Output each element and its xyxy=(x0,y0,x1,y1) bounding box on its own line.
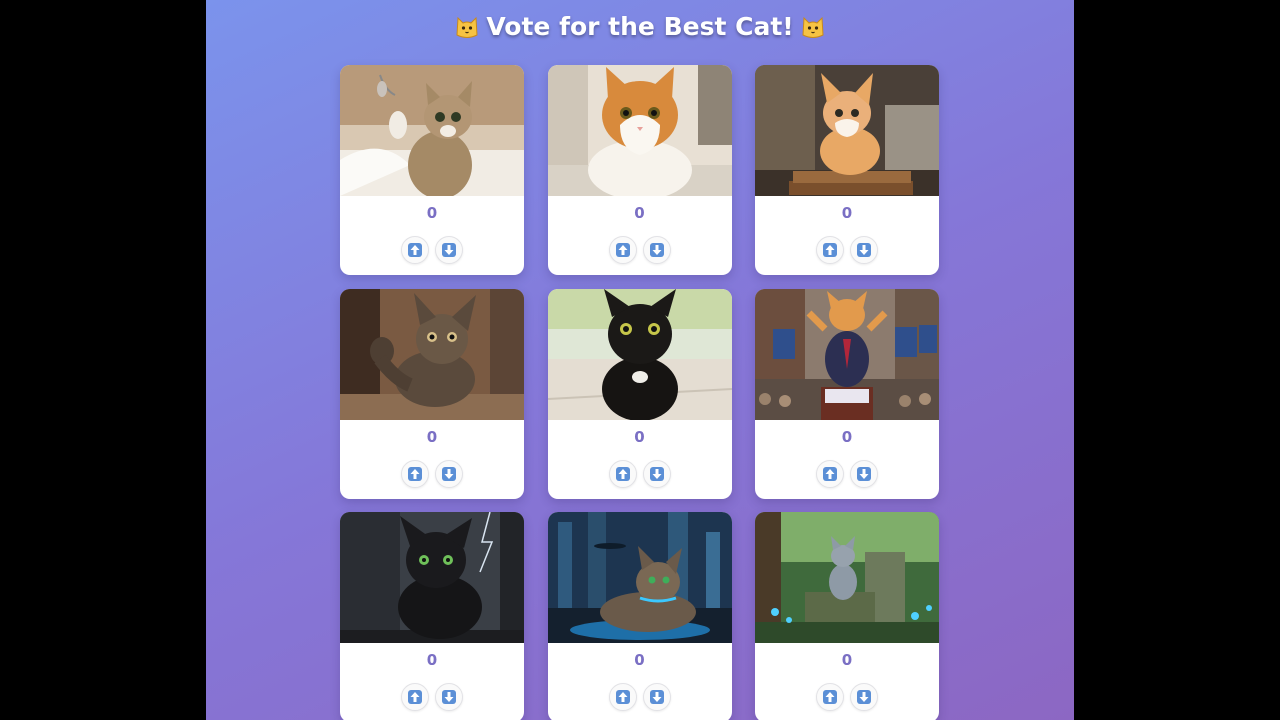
upvote-arrow-icon xyxy=(823,243,837,257)
downvote-arrow-icon xyxy=(857,690,871,704)
cat-photo-waving-tabby-cat xyxy=(340,288,524,420)
upvote-button[interactable] xyxy=(608,236,637,264)
upvote-button[interactable] xyxy=(816,236,844,264)
cat-card: 0 xyxy=(547,65,732,275)
cat-photo-black-cat-indoors xyxy=(547,288,732,420)
downvote-button[interactable] xyxy=(850,459,878,488)
upvote-button[interactable] xyxy=(401,236,429,264)
vote-buttons xyxy=(755,236,939,264)
downvote-arrow-icon xyxy=(442,690,456,704)
cat-card: 0 xyxy=(755,288,939,499)
downvote-button[interactable] xyxy=(642,236,671,264)
downvote-arrow-icon xyxy=(442,243,456,257)
upvote-button[interactable] xyxy=(401,683,429,711)
cat-photo-politician-cat xyxy=(755,288,939,420)
cat-card: 0 xyxy=(340,65,524,275)
vote-buttons xyxy=(548,459,732,488)
downvote-button[interactable] xyxy=(435,459,463,488)
downvote-button[interactable] xyxy=(850,236,878,264)
cat-face-icon xyxy=(456,16,478,38)
upvote-button[interactable] xyxy=(608,459,637,488)
page-title: Vote for the Best Cat! xyxy=(206,10,1074,44)
cat-card: 0 xyxy=(547,288,732,499)
cat-photo-kitten-on-books xyxy=(755,65,939,196)
downvote-button[interactable] xyxy=(435,683,463,711)
upvote-button[interactable] xyxy=(816,683,844,711)
vote-count: 0 xyxy=(426,651,438,669)
vote-buttons xyxy=(548,683,732,711)
cat-card: 0 xyxy=(340,512,524,720)
downvote-arrow-icon xyxy=(649,690,664,704)
cat-photo-playful-tabby-kitten xyxy=(340,65,524,196)
vote-count: 0 xyxy=(426,427,438,446)
upvote-arrow-icon xyxy=(615,690,630,704)
cat-photo-fantasy-forest-cat xyxy=(755,512,939,643)
cat-grid: 0 0 0 0 0 0 0 0 0 xyxy=(340,65,940,720)
downvote-arrow-icon xyxy=(442,466,456,481)
downvote-arrow-icon xyxy=(857,243,871,257)
downvote-button[interactable] xyxy=(435,236,463,264)
upvote-arrow-icon xyxy=(408,243,422,257)
upvote-arrow-icon xyxy=(408,690,422,704)
vote-count: 0 xyxy=(841,204,853,222)
cat-photo-cyberpunk-tabby xyxy=(547,512,732,643)
cat-face-icon xyxy=(802,16,824,38)
downvote-button[interactable] xyxy=(642,683,671,711)
downvote-button[interactable] xyxy=(642,459,671,488)
vote-count: 0 xyxy=(634,427,645,446)
cat-photo-black-cat-storm xyxy=(340,512,524,643)
upvote-button[interactable] xyxy=(816,459,844,488)
cat-card: 0 xyxy=(547,512,732,720)
vote-buttons xyxy=(340,236,524,264)
vote-buttons xyxy=(755,459,939,488)
upvote-arrow-icon xyxy=(823,466,837,481)
vote-buttons xyxy=(340,459,524,488)
downvote-button[interactable] xyxy=(850,683,878,711)
upvote-arrow-icon xyxy=(408,466,422,481)
vote-count: 0 xyxy=(634,651,645,669)
downvote-arrow-icon xyxy=(857,466,871,481)
downvote-arrow-icon xyxy=(649,466,664,481)
vote-buttons xyxy=(340,683,524,711)
upvote-button[interactable] xyxy=(608,683,637,711)
cat-card: 0 xyxy=(755,512,939,720)
downvote-arrow-icon xyxy=(649,243,664,257)
upvote-arrow-icon xyxy=(823,690,837,704)
app-background: Vote for the Best Cat! 0 0 0 0 0 0 0 0 0 xyxy=(206,0,1074,720)
upvote-arrow-icon xyxy=(615,243,630,257)
vote-buttons xyxy=(548,236,732,264)
vote-buttons xyxy=(755,683,939,711)
vote-count: 0 xyxy=(426,204,438,222)
upvote-button[interactable] xyxy=(401,459,429,488)
vote-count: 0 xyxy=(841,427,853,446)
page-title-text: Vote for the Best Cat! xyxy=(486,12,794,41)
cat-card: 0 xyxy=(755,65,939,275)
cat-photo-orange-white-cat xyxy=(547,65,732,196)
cat-card: 0 xyxy=(340,288,524,499)
vote-count: 0 xyxy=(841,651,853,669)
upvote-arrow-icon xyxy=(615,466,630,481)
vote-count: 0 xyxy=(634,204,645,222)
